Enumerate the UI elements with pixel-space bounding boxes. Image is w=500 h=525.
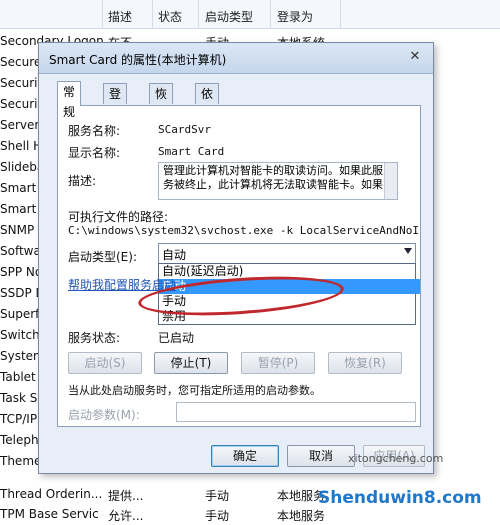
close-icon[interactable]: ✕ <box>405 48 425 66</box>
watermark-text: Shenduwin8.com <box>318 488 482 508</box>
tab-general[interactable]: 常规 <box>57 81 82 119</box>
description-label: 描述: <box>68 174 97 188</box>
col-logon-header[interactable]: 登录为 <box>277 8 313 25</box>
startup-type-select[interactable]: 自动 <box>158 243 416 265</box>
pause-button[interactable]: 暂停(P) <box>241 352 315 374</box>
stop-button[interactable]: 停止(T) <box>154 352 228 374</box>
properties-dialog: Smart Card 的属性(本地计算机) ✕ 常规 登录 恢复 依存关系 服务… <box>38 42 434 474</box>
col-startup-header[interactable]: 启动类型 <box>205 8 253 25</box>
service-logon: 本地服务 <box>277 509 326 523</box>
col-status-header[interactable]: 状态 <box>158 8 182 25</box>
tab-logon[interactable]: 登录 <box>103 83 128 121</box>
service-name-value: SCardSvr <box>158 123 211 136</box>
dialog-titlebar[interactable]: Smart Card 的属性(本地计算机) ✕ <box>39 43 433 74</box>
startup-type-label: 启动类型(E): <box>68 250 137 264</box>
service-startup: 手动 <box>205 509 230 523</box>
services-header: 描述 状态 启动类型 登录为 <box>0 0 500 29</box>
tab-dependencies[interactable]: 依存关系 <box>195 83 220 161</box>
display-name-value: Smart Card <box>158 145 225 158</box>
service-name: SPP No <box>0 265 43 279</box>
service-desc: 提供... <box>108 489 144 503</box>
start-params-label: 启动参数(M): <box>68 408 140 422</box>
dialog-title: Smart Card 的属性(本地计算机) <box>49 53 227 67</box>
service-name: TCP/IP <box>0 412 38 426</box>
service-name: Thread Orderin... <box>0 487 103 501</box>
service-startup: 手动 <box>205 489 230 503</box>
path-value: C:\windows\system32\svchost.exe -k Local… <box>68 224 418 237</box>
chevron-down-icon[interactable] <box>404 248 412 254</box>
general-panel: 服务名称: SCardSvr 显示名称: Smart Card 描述: 管理此计… <box>57 105 421 427</box>
start-button[interactable]: 启动(S) <box>68 352 142 374</box>
ok-button[interactable]: 确定 <box>211 445 279 467</box>
service-name: TPM Base Servic <box>0 507 99 521</box>
service-name: Secure <box>0 55 42 69</box>
watermark-subtext: xitongcheng.com <box>348 452 444 465</box>
description-text: 管理此计算机对智能卡的取读访问。如果此服务被终止，此计算机将无法取读智能卡。如果 <box>163 164 383 191</box>
start-params-input[interactable] <box>176 402 416 422</box>
description-box[interactable]: 管理此计算机对智能卡的取读访问。如果此服务被终止，此计算机将无法取读智能卡。如果 <box>158 162 398 200</box>
tab-recovery[interactable]: 恢复 <box>149 83 174 121</box>
resume-button[interactable]: 恢复(R) <box>328 352 402 374</box>
path-label: 可执行文件的路径: <box>68 210 169 224</box>
service-status-label: 服务状态: <box>68 331 121 345</box>
col-desc-header[interactable]: 描述 <box>108 8 132 25</box>
startup-type-value: 自动 <box>162 248 187 262</box>
service-desc: 允许... <box>108 509 144 523</box>
service-status-value: 已启动 <box>158 331 195 345</box>
description-scrollbar[interactable] <box>384 163 397 199</box>
service-name: Server <box>0 118 40 132</box>
service-name-label: 服务名称: <box>68 124 121 138</box>
cancel-button[interactable]: 取消 <box>287 445 355 467</box>
start-params-hint: 当从此处启动服务时，您可指定所适用的启动参数。 <box>68 384 321 397</box>
display-name-label: 显示名称: <box>68 146 121 160</box>
